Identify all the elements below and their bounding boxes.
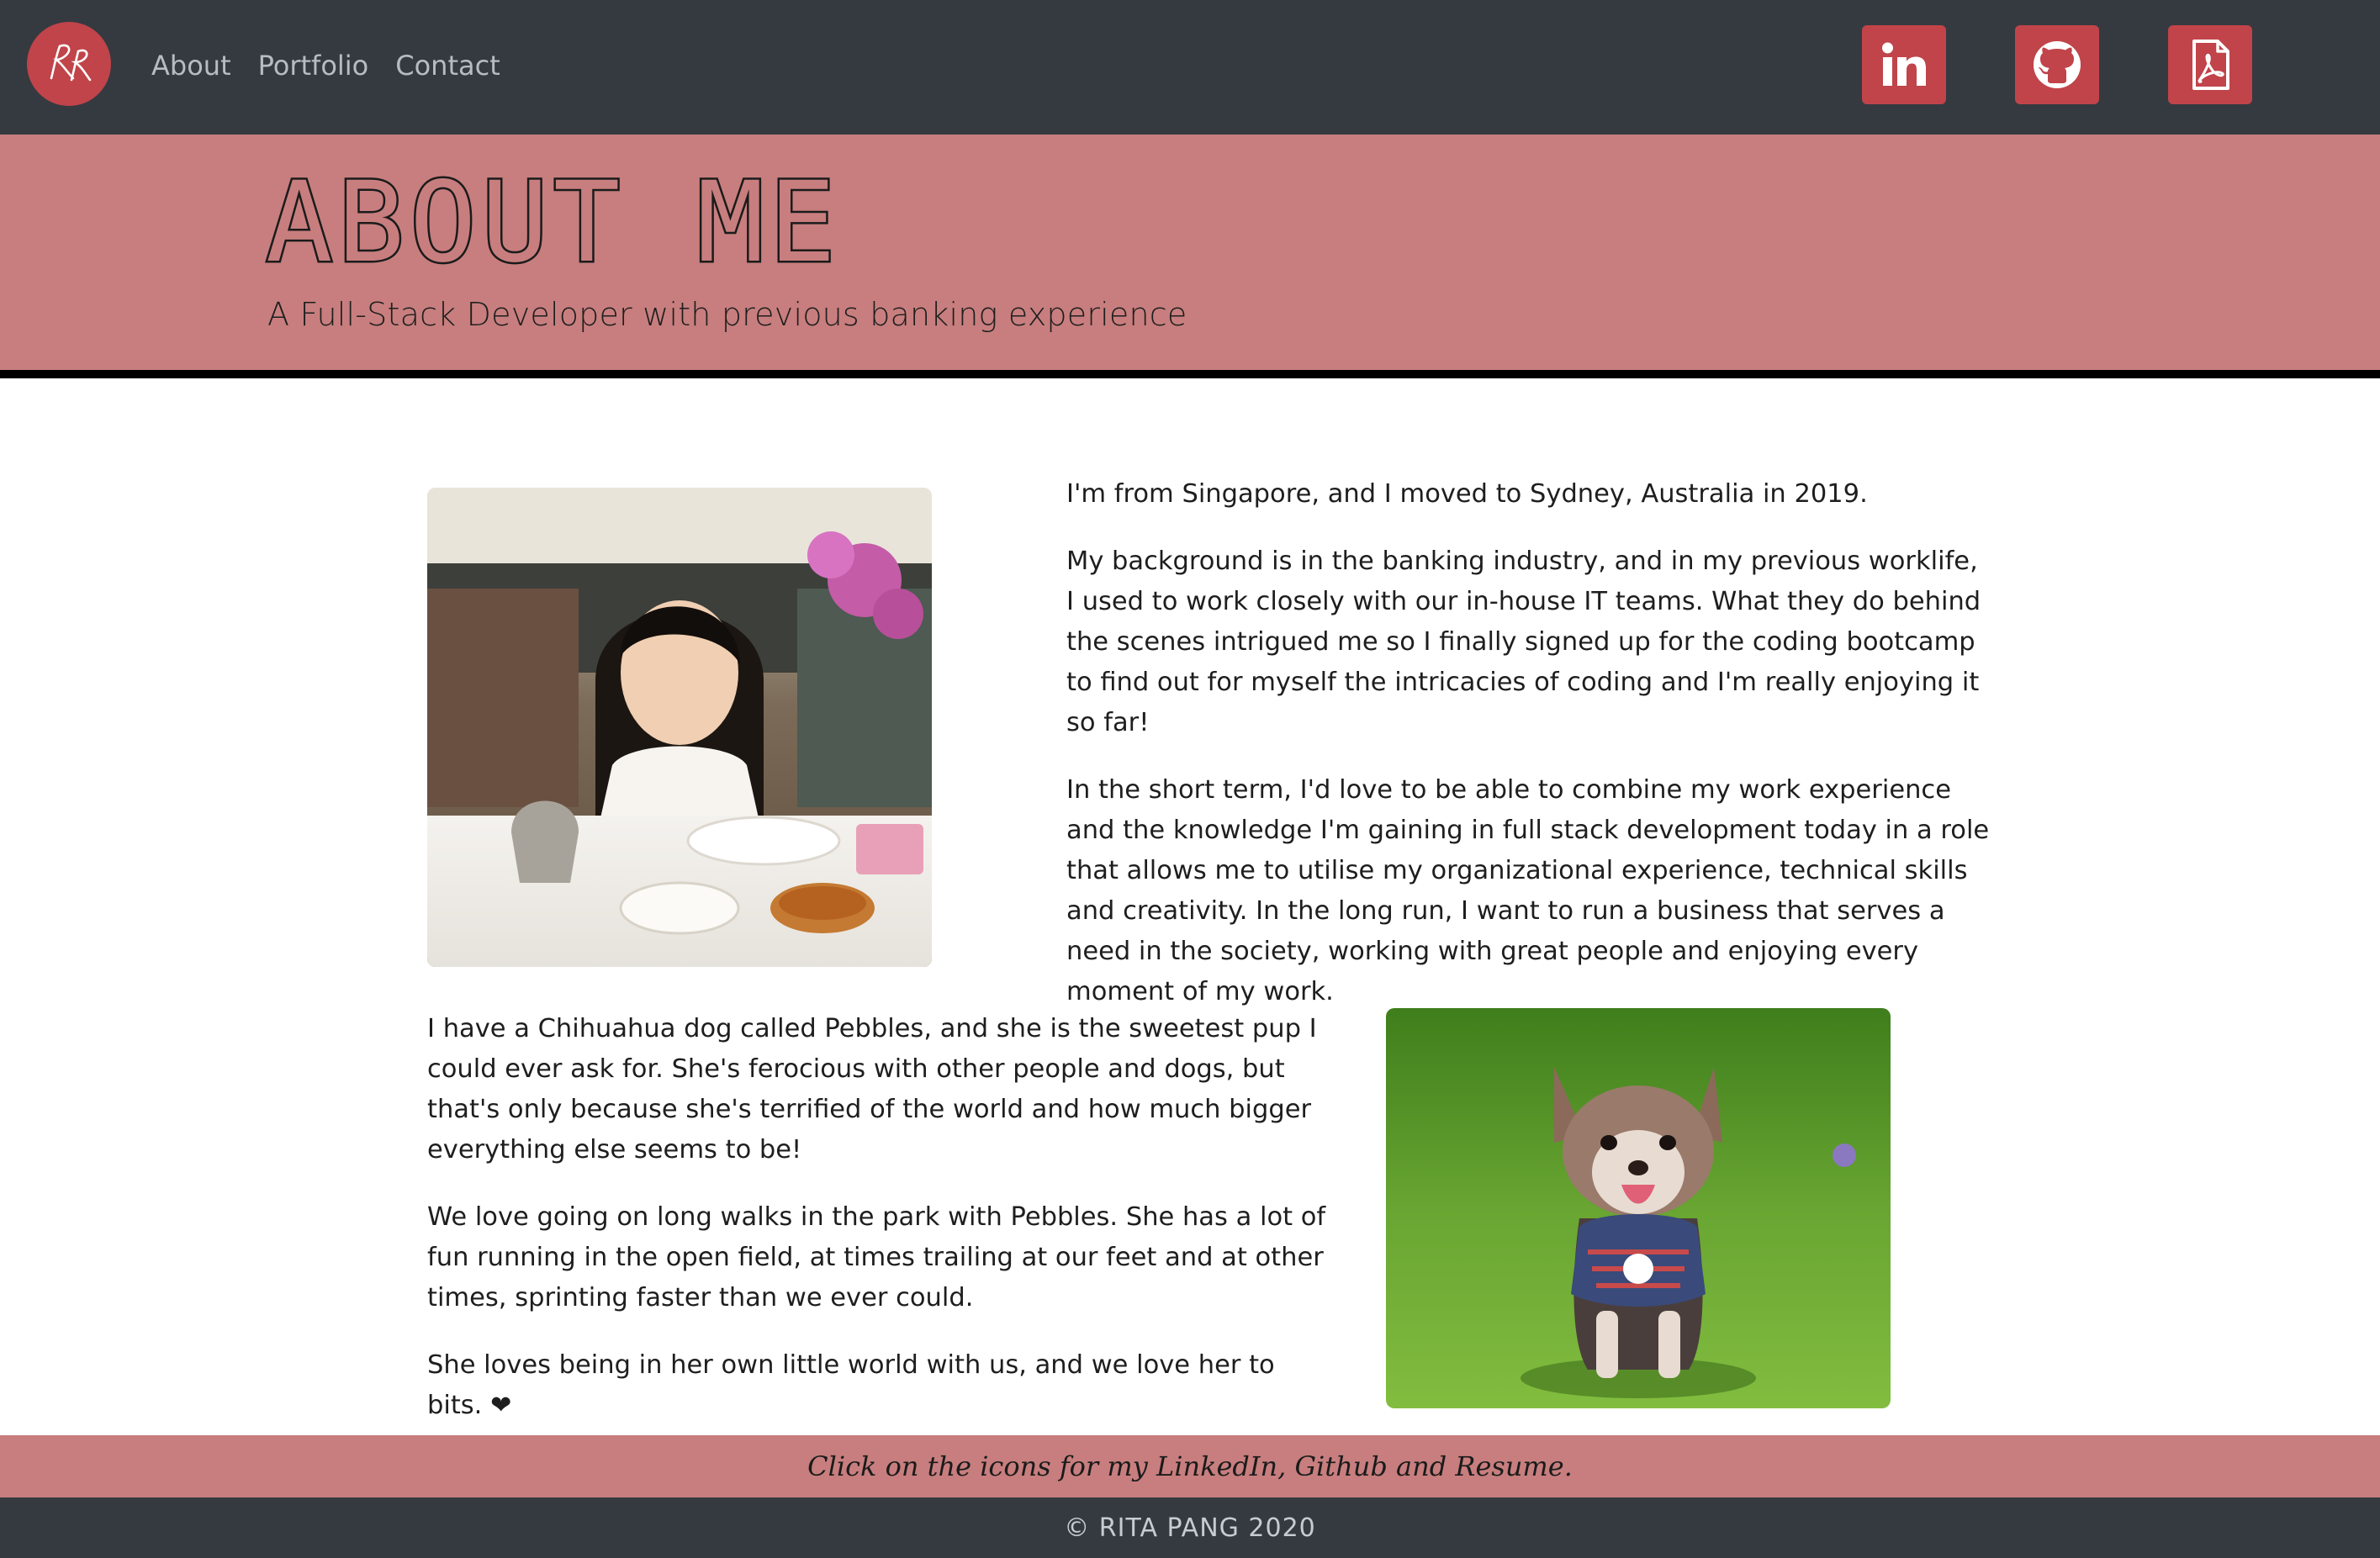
about-text: I'm from Singapore, and I moved to Sydne… [1066,474,1991,1039]
footer-copyright: © RITA PANG 2020 [1064,1513,1316,1543]
hero-banner: ABOUT ME A Full-Stack Developer with pre… [0,135,2380,378]
nav-link-contact[interactable]: Contact [395,47,500,84]
pet-text: I have a Chihuahua dog called Pebbles, a… [427,1009,1335,1453]
about-paragraph-1: I'm from Singapore, and I moved to Sydne… [1066,479,1868,509]
profile-photo-image [427,488,932,967]
logo-icon [50,44,92,82]
pet-paragraph-2: We love going on long walks in the park … [427,1202,1326,1312]
dog-photo-image [1386,1008,1891,1408]
dog-photo [1386,1008,1891,1408]
nav-links: About Portfolio Contact [151,47,500,84]
footer-note: Click on the icons for my LinkedIn, Gith… [807,1450,1573,1482]
pet-paragraph-3: She loves being in her own little world … [427,1345,1335,1426]
nav-link-portfolio[interactable]: Portfolio [258,47,369,84]
footer-copyright-bar: © RITA PANG 2020 [0,1497,2380,1558]
github-icon [2034,41,2081,88]
linkedin-icon [1882,42,1926,86]
page-subtitle: A Full-Stack Developer with previous ban… [267,296,1187,333]
about-paragraph-3: In the short term, I'd love to be able t… [1066,775,1990,1006]
pet-paragraph-3-text: She loves being in her own little world … [427,1350,1275,1420]
github-button[interactable] [2015,25,2099,104]
profile-photo [427,488,932,967]
linkedin-button[interactable] [1862,25,1946,104]
page-title-text: ABOUT ME [264,156,841,290]
footer-note-bar: Click on the icons for my LinkedIn, Gith… [0,1435,2380,1497]
resume-pdf-button[interactable] [2168,25,2252,104]
pet-paragraph-1: I have a Chihuahua dog called Pebbles, a… [427,1014,1317,1165]
navbar: About Portfolio Contact [0,0,2380,135]
rp-monogram-logo[interactable] [27,22,111,106]
pdf-resume-icon [2192,40,2229,90]
page-title: ABOUT ME [264,156,841,290]
nav-link-about[interactable]: About [151,47,231,84]
about-paragraph-2: My background is in the banking industry… [1066,547,1981,737]
heart-icon: ❤ [490,1391,512,1420]
